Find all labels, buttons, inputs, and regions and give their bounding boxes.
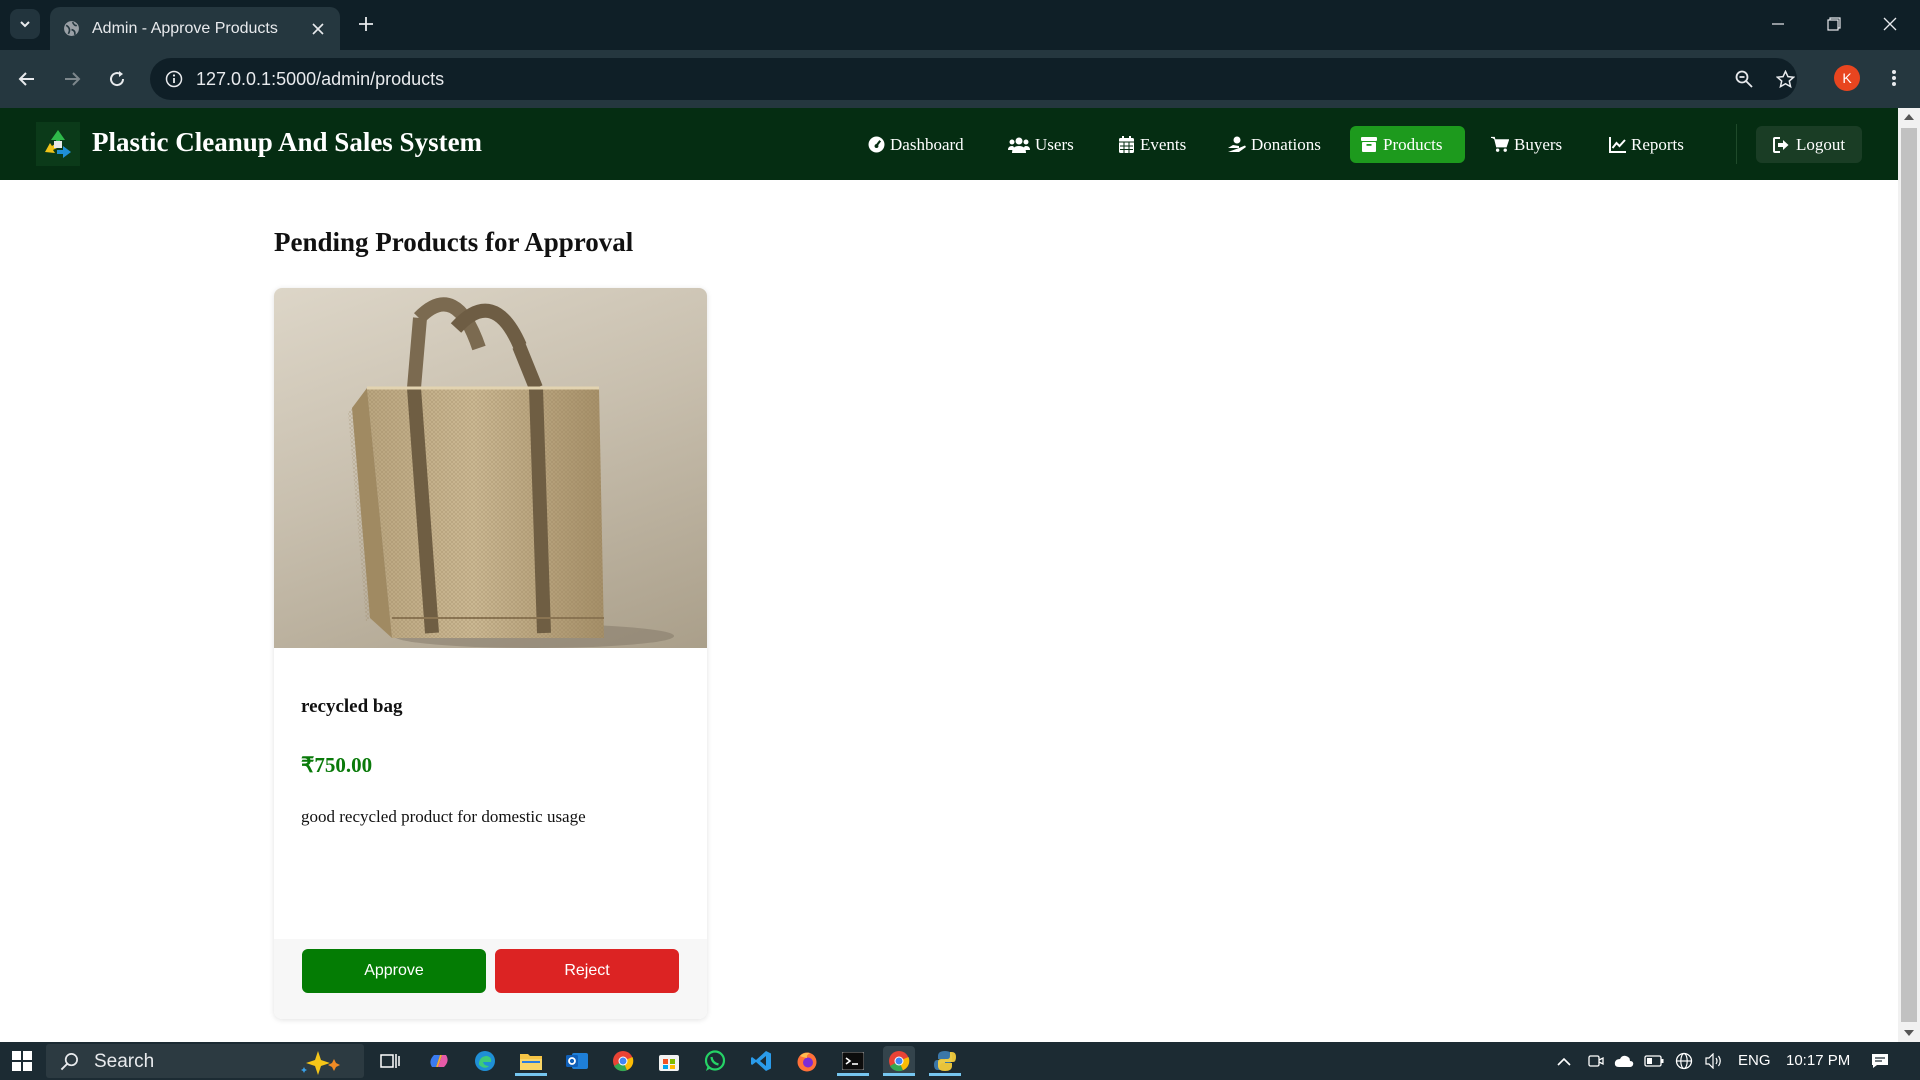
network-globe-icon[interactable] <box>1670 1046 1698 1076</box>
url-text: 127.0.0.1:5000/admin/products <box>196 69 445 89</box>
file-explorer-icon[interactable] <box>515 1046 547 1076</box>
sign-out-icon <box>1773 136 1791 154</box>
language-indicator[interactable]: ENG <box>1738 1052 1771 1069</box>
search-icon <box>60 1053 78 1071</box>
reload-icon[interactable] <box>102 64 132 94</box>
logout-label: Logout <box>1795 134 1846 154</box>
onedrive-icon[interactable] <box>1610 1046 1638 1076</box>
new-tab-icon[interactable] <box>352 10 380 38</box>
outlook-icon[interactable] <box>561 1046 593 1076</box>
tab-search-button[interactable] <box>10 9 40 39</box>
nav-donations-label: Donations <box>1251 134 1321 154</box>
firefox-icon[interactable] <box>791 1046 823 1076</box>
copilot-sparkle-icon <box>301 1051 340 1075</box>
active-app-indicator <box>515 1073 547 1076</box>
whatsapp-icon[interactable] <box>699 1046 731 1076</box>
scroll-up-icon[interactable] <box>1898 108 1920 126</box>
clock[interactable]: 10:17 PM <box>1786 1052 1850 1069</box>
nav-users[interactable]: Users <box>998 126 1084 163</box>
python-app-icon[interactable] <box>929 1046 961 1076</box>
taskbar-search-box[interactable]: Search <box>46 1044 364 1078</box>
calendar-icon <box>1117 136 1135 154</box>
scroll-thumb[interactable] <box>1901 128 1917 1022</box>
restore-icon[interactable] <box>1806 0 1862 48</box>
taskbar-search-label: Search <box>94 1051 155 1072</box>
close-tab-icon[interactable] <box>304 15 332 43</box>
card-footer: Approve Reject <box>274 939 707 1019</box>
forward-icon[interactable] <box>57 64 87 94</box>
globe-icon <box>62 20 80 38</box>
product-image <box>274 288 707 648</box>
users-icon <box>1008 136 1030 154</box>
product-description: good recycled product for domestic usage <box>301 807 586 826</box>
nav-users-label: Users <box>1035 134 1074 154</box>
nav-buyers[interactable]: Buyers <box>1481 126 1572 163</box>
browser-tab-bar: Admin - Approve Products <box>0 0 1920 50</box>
nav-reports-label: Reports <box>1631 134 1684 154</box>
windows-start-icon[interactable] <box>6 1046 38 1076</box>
page-title: Pending Products for Approval <box>274 227 634 257</box>
close-window-icon[interactable] <box>1862 0 1918 48</box>
active-app-indicator <box>883 1073 915 1076</box>
minimize-icon[interactable] <box>1750 0 1806 48</box>
notifications-icon[interactable] <box>1864 1046 1896 1076</box>
chevron-down-icon <box>20 21 30 28</box>
reject-button[interactable]: Reject <box>495 949 679 993</box>
nav-reports[interactable]: Reports <box>1598 126 1694 163</box>
logout-button[interactable]: Logout <box>1756 126 1862 163</box>
product-name: recycled bag <box>301 696 403 717</box>
chrome-icon[interactable] <box>607 1046 639 1076</box>
nav-dashboard-label: Dashboard <box>890 134 964 154</box>
tray-chevron-up-icon[interactable] <box>1550 1046 1578 1076</box>
nav-donations[interactable]: Donations <box>1218 126 1331 163</box>
nav-divider <box>1736 124 1737 164</box>
volume-icon[interactable] <box>1700 1046 1728 1076</box>
bookmark-star-icon[interactable] <box>1771 65 1799 93</box>
camera-icon[interactable] <box>1582 1046 1610 1076</box>
task-view-icon[interactable] <box>374 1046 406 1076</box>
page-scrollbar[interactable] <box>1898 108 1920 1042</box>
address-bar[interactable]: 127.0.0.1:5000/admin/products <box>150 58 1797 100</box>
terminal-icon[interactable] <box>837 1046 869 1076</box>
active-app-indicator <box>929 1073 961 1076</box>
windows-taskbar: Search ENG 10:17 PM <box>0 1042 1920 1080</box>
edge-icon[interactable] <box>469 1046 501 1076</box>
profile-avatar[interactable]: K <box>1834 65 1860 91</box>
battery-icon[interactable] <box>1640 1046 1668 1076</box>
hand-holding-icon <box>1228 136 1246 154</box>
nav-products[interactable]: Products <box>1350 126 1465 163</box>
chrome-active-icon[interactable] <box>883 1046 915 1076</box>
nav-events[interactable]: Events <box>1107 126 1196 163</box>
nav-buyers-label: Buyers <box>1514 134 1563 154</box>
box-icon <box>1360 136 1378 154</box>
browser-tab[interactable]: Admin - Approve Products <box>50 7 340 50</box>
scroll-down-icon[interactable] <box>1898 1024 1920 1042</box>
copilot-app-icon[interactable] <box>423 1046 455 1076</box>
product-card: recycled bag ₹750.00 good recycled produ… <box>274 288 707 1019</box>
tab-title: Admin - Approve Products <box>92 19 278 37</box>
back-icon[interactable] <box>12 64 42 94</box>
browser-toolbar: 127.0.0.1:5000/admin/products K <box>0 50 1920 108</box>
cart-icon <box>1491 136 1509 154</box>
product-price: ₹750.00 <box>301 753 373 777</box>
zoom-icon[interactable] <box>1730 65 1758 93</box>
tachometer-icon <box>867 136 885 154</box>
recycle-logo-icon[interactable] <box>36 122 80 166</box>
site-info-icon[interactable] <box>160 65 188 93</box>
vscode-icon[interactable] <box>745 1046 777 1076</box>
microsoft-store-icon[interactable] <box>653 1046 685 1076</box>
nav-products-label: Products <box>1383 134 1443 154</box>
brand-title[interactable]: Plastic Cleanup And Sales System <box>92 127 482 158</box>
chart-line-icon <box>1608 136 1626 154</box>
page-viewport: Plastic Cleanup And Sales System Dashboa… <box>0 108 1898 1042</box>
active-app-indicator <box>837 1073 869 1076</box>
nav-events-label: Events <box>1140 134 1187 154</box>
approve-button[interactable]: Approve <box>302 949 486 993</box>
nav-dashboard[interactable]: Dashboard <box>857 126 974 163</box>
more-options-icon[interactable] <box>1880 64 1908 92</box>
app-navbar: Plastic Cleanup And Sales System Dashboa… <box>0 108 1898 180</box>
